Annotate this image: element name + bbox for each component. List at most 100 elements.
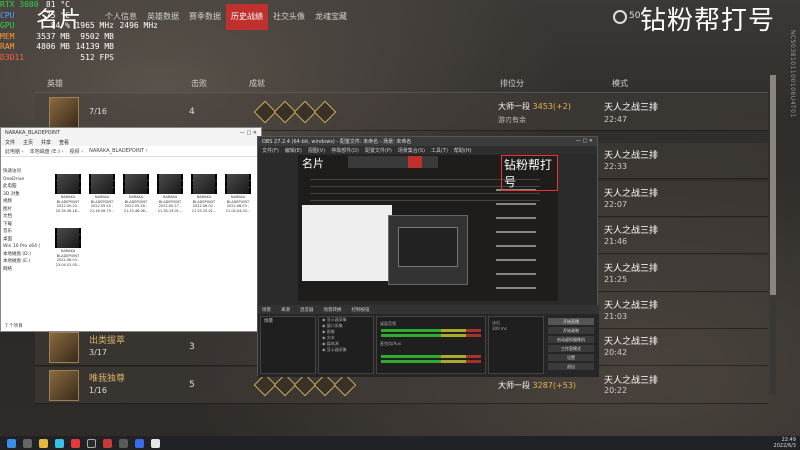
- start-icon[interactable]: [7, 438, 16, 448]
- obs-control-button[interactable]: 启动虚拟摄像机: [548, 336, 594, 343]
- nav-pane-item[interactable]: 快速访问: [3, 168, 45, 176]
- nav-pane-item[interactable]: 此电脑: [3, 183, 45, 191]
- address-bar[interactable]: 此电脑 › 本地磁盘 (E:) › 视频 › NARAKA_BLADEPOINT ›: [1, 146, 261, 157]
- nav-pane-item[interactable]: 音乐: [3, 228, 45, 236]
- obs-title: OBS 27.2.4 (64-bit, windows) - 配置文件: 未命名…: [262, 139, 412, 145]
- nav-pane-item[interactable]: 视频: [3, 198, 45, 206]
- tab-1[interactable]: 英雄数据: [142, 4, 184, 30]
- ribbon-tab[interactable]: 共享: [41, 139, 51, 146]
- hero-avatar: [49, 332, 79, 363]
- perf-label: GPU: [0, 21, 15, 31]
- mode-name: 天人之战三排: [604, 337, 659, 347]
- app-icon[interactable]: [151, 438, 160, 448]
- folder-icon[interactable]: [39, 438, 48, 448]
- game-icon[interactable]: [103, 438, 112, 448]
- breadcrumb-item[interactable]: NARAKA_BLADEPOINT ›: [89, 148, 148, 154]
- scrollbar-thumb[interactable]: [770, 75, 776, 295]
- file-item[interactable]: NARAKA BLADEPOINT 2022.05.26 - 21.23.48.0…: [121, 174, 151, 213]
- tab-4[interactable]: 社交头像: [268, 4, 310, 30]
- obs-menu-item[interactable]: 停靠部件(D): [331, 147, 359, 154]
- dock-tab[interactable]: 场景转换: [324, 307, 342, 313]
- ribbon-tab[interactable]: 查看: [59, 139, 69, 146]
- obs-control-button[interactable]: 退出: [548, 363, 594, 370]
- nav-pane-item[interactable]: 文档: [3, 213, 45, 221]
- tab-2[interactable]: 赛季数据: [184, 4, 226, 30]
- preview-watermark: 钻粉帮打号: [501, 155, 558, 191]
- explorer-titlebar[interactable]: NARAKA_BLADEPOINT — □ ✕: [1, 128, 261, 138]
- app-icon[interactable]: [71, 438, 80, 448]
- preview-obs-nested: [398, 227, 458, 267]
- obs-menu-item[interactable]: 配置文件(P): [365, 147, 392, 154]
- obs-control-button[interactable]: 开始录制: [548, 327, 594, 334]
- nav-pane-item[interactable]: OneDrive: [3, 176, 45, 184]
- file-explorer-window[interactable]: NARAKA_BLADEPOINT — □ ✕ 文件 主页 共享 查看 此电脑 › 本地磁…: [0, 127, 262, 332]
- nav-pane-item[interactable]: 图片: [3, 206, 45, 214]
- mixer-panel[interactable]: 桌面音频 麦克风/Aux: [376, 316, 486, 374]
- breadcrumb-item[interactable]: 视频 ›: [70, 148, 84, 155]
- transition-duration[interactable]: 300 ms: [489, 326, 543, 332]
- tab-3[interactable]: 历史战绩: [226, 4, 268, 30]
- nav-pane-item[interactable]: 桌面: [3, 236, 45, 244]
- rank-tier: 大师一段 3287(+53): [498, 381, 577, 390]
- nav-pane-item[interactable]: 网络: [3, 266, 45, 274]
- obs-menu-item[interactable]: 工具(T): [431, 147, 448, 154]
- match-time: 21:25: [604, 274, 628, 284]
- app-icon[interactable]: [119, 438, 128, 448]
- nav-pane-item[interactable]: 下载: [3, 221, 45, 229]
- obs-menu-item[interactable]: 文件(F): [262, 147, 279, 154]
- video-thumbnail: [225, 174, 251, 194]
- dock-tab[interactable]: 来源: [281, 307, 290, 313]
- obs-menu-item[interactable]: 视图(V): [308, 147, 325, 154]
- perf-label: CPU: [0, 10, 15, 20]
- window-controls[interactable]: — □ ✕: [240, 130, 257, 136]
- ribbon-tab[interactable]: 主页: [23, 139, 33, 146]
- dock-tab[interactable]: 场景: [262, 307, 271, 313]
- obs-menu-item[interactable]: 编辑(E): [285, 147, 302, 154]
- ribbon-tab[interactable]: 文件: [5, 139, 15, 146]
- app-icon[interactable]: [135, 438, 144, 448]
- file-item[interactable]: NARAKA BLADEPOINT 2022.05.20 - 21.16.06.7…: [87, 174, 117, 213]
- obs-preview[interactable]: 名片 钻粉帮打号: [298, 155, 558, 301]
- mode-name: 天人之战三排: [604, 103, 659, 113]
- obs-menu-item[interactable]: 帮助(H): [454, 147, 472, 154]
- file-item[interactable]: NARAKA BLADEPOINT 2022.06.03 - 23.04.01.0…: [53, 228, 83, 267]
- obs-control-button[interactable]: 开始直播: [548, 318, 594, 325]
- obs-control-button[interactable]: 工作室模式: [548, 345, 594, 352]
- dock-tab[interactable]: 控制按钮: [352, 307, 370, 313]
- nav-pane-item[interactable]: 本地磁盘 (D:): [3, 251, 45, 259]
- obs-icon[interactable]: [87, 438, 96, 448]
- obs-control-button[interactable]: 设置: [548, 354, 594, 361]
- video-thumbnail: [89, 174, 115, 194]
- scene-item[interactable]: 场景: [261, 317, 315, 325]
- sources-panel[interactable]: ◉ 显示器采集 ◉ 窗口采集 ◉ 图像 ◉ 文本 ◉ 媒体源 ◉ 显示器采集: [318, 316, 374, 374]
- tab-0[interactable]: 个人信息: [100, 4, 142, 30]
- hero-title: 出类拔萃: [89, 336, 126, 346]
- file-item[interactable]: NARAKA BLADEPOINT 2022.05.20 - 20.34.56.1…: [53, 174, 83, 213]
- browser-icon[interactable]: [55, 438, 64, 448]
- perf-value: 512 FPS: [80, 52, 114, 62]
- table-row[interactable]: 7/16 4 大师一段 3453(+2) 游刃有余 天人之战三排 22:47: [35, 94, 768, 131]
- dock-tab[interactable]: 混音器: [300, 307, 314, 313]
- file-item[interactable]: NARAKA BLADEPOINT 2022.06.02 - 21.25.25.0…: [189, 174, 219, 213]
- nav-pane-item[interactable]: 3D 对象: [3, 191, 45, 199]
- breadcrumb-item[interactable]: 此电脑 ›: [5, 148, 24, 155]
- source-item[interactable]: ◉ 显示器采集: [319, 347, 373, 353]
- window-controls[interactable]: — □ ✕: [576, 138, 593, 145]
- obs-window[interactable]: OBS 27.2.4 (64-bit, windows) - 配置文件: 未命名…: [257, 136, 599, 377]
- nav-pane-item[interactable]: Win 10 Pro x64 (: [3, 243, 45, 251]
- obs-titlebar[interactable]: OBS 27.2.4 (64-bit, windows) - 配置文件: 未命名…: [258, 137, 597, 146]
- match-time: 22:07: [604, 199, 628, 209]
- clock-date: 2022/6/3: [773, 443, 796, 449]
- achievement-badges: [253, 373, 357, 397]
- breadcrumb-item[interactable]: 本地磁盘 (E:) ›: [30, 148, 64, 155]
- transitions-panel[interactable]: 淡出 300 ms: [488, 316, 544, 374]
- tab-5[interactable]: 龙魂宝藏: [310, 4, 352, 30]
- page-title: 名片: [36, 8, 83, 33]
- obs-menu-item[interactable]: 场景集合(S): [398, 147, 425, 154]
- nav-pane-item[interactable]: 本地磁盘 (E:): [3, 258, 45, 266]
- scenes-panel[interactable]: 场景: [260, 316, 316, 374]
- file-item[interactable]: NARAKA BLADEPOINT 2022.06.03 - 21.04.04.0…: [223, 174, 253, 213]
- file-item[interactable]: NARAKA BLADEPOINT 2022.05.27 - 21.30.19.0…: [155, 174, 185, 213]
- search-icon[interactable]: [23, 438, 32, 448]
- clock[interactable]: 22:49 2022/6/3: [774, 437, 796, 449]
